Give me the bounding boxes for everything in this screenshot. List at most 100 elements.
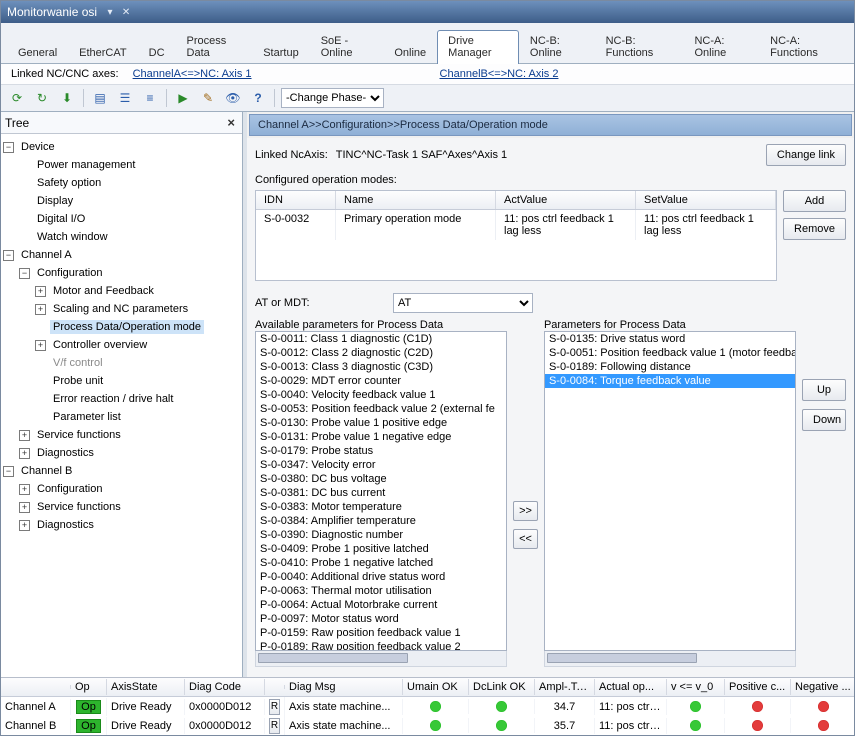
- tab-soe-online[interactable]: SoE - Online: [310, 30, 384, 64]
- status-col-header[interactable]: Positive c...: [725, 679, 791, 695]
- status-col-header[interactable]: Negative ...: [791, 679, 854, 695]
- reset-button[interactable]: R: [265, 697, 285, 717]
- list-item[interactable]: S-0-0029: MDT error counter: [256, 374, 506, 388]
- collapse-icon[interactable]: −: [19, 268, 30, 279]
- collapse-icon[interactable]: −: [3, 142, 14, 153]
- tab-nc-a-functions[interactable]: NC-A: Functions: [759, 30, 848, 64]
- linked-axis-b-link[interactable]: ChannelB<=>NC: Axis 2: [440, 68, 559, 80]
- list-item[interactable]: P-0-0159: Raw position feedback value 1: [256, 626, 506, 640]
- download-icon[interactable]: ⬇: [57, 88, 77, 108]
- refresh-all-icon[interactable]: ⟳: [7, 88, 27, 108]
- list-item[interactable]: S-0-0130: Probe value 1 positive edge: [256, 416, 506, 430]
- list-item[interactable]: S-0-0131: Probe value 1 negative edge: [256, 430, 506, 444]
- list-item[interactable]: S-0-0409: Probe 1 positive latched: [256, 542, 506, 556]
- tree-item[interactable]: +Configuration: [3, 480, 240, 498]
- list-item[interactable]: P-0-0064: Actual Motorbrake current: [256, 598, 506, 612]
- status-col-header[interactable]: [1, 685, 71, 689]
- list-item[interactable]: P-0-0097: Motor status word: [256, 612, 506, 626]
- tree-item[interactable]: +Controller overview: [3, 336, 240, 354]
- tree-item[interactable]: Probe unit: [3, 372, 240, 390]
- tree-item[interactable]: +Diagnostics: [3, 444, 240, 462]
- tab-nc-b-functions[interactable]: NC-B: Functions: [595, 30, 684, 64]
- expand-icon[interactable]: +: [19, 502, 30, 513]
- list-item[interactable]: S-0-0410: Probe 1 negative latched: [256, 556, 506, 570]
- tool-icon[interactable]: ✎: [198, 88, 218, 108]
- tree-item[interactable]: Watch window: [3, 228, 240, 246]
- tab-online[interactable]: Online: [383, 42, 437, 64]
- list-item[interactable]: P-0-0063: Thermal motor utilisation: [256, 584, 506, 598]
- list-item[interactable]: S-0-0040: Velocity feedback value 1: [256, 388, 506, 402]
- collapse-icon[interactable]: −: [3, 250, 14, 261]
- tab-nc-b-online[interactable]: NC-B: Online: [519, 30, 595, 64]
- list-item[interactable]: S-0-0189: Following distance: [545, 360, 795, 374]
- tree-item[interactable]: Safety option: [3, 174, 240, 192]
- phase-select[interactable]: -Change Phase-: [281, 88, 384, 108]
- list-item[interactable]: P-0-0040: Additional drive status word: [256, 570, 506, 584]
- list-item[interactable]: S-0-0380: DC bus voltage: [256, 472, 506, 486]
- list-item[interactable]: S-0-0383: Motor temperature: [256, 500, 506, 514]
- tree-item[interactable]: +Motor and Feedback: [3, 282, 240, 300]
- tree-item[interactable]: −Device: [3, 138, 240, 156]
- list-item[interactable]: P-0-0189: Raw position feedback value 2: [256, 640, 506, 651]
- expand-icon[interactable]: +: [19, 430, 30, 441]
- tree-item[interactable]: Power management: [3, 156, 240, 174]
- tree-item[interactable]: V/f control: [3, 354, 240, 372]
- list-item[interactable]: S-0-0135: Drive status word: [545, 332, 795, 346]
- reset-button[interactable]: R: [265, 716, 285, 736]
- tab-general[interactable]: General: [7, 42, 68, 64]
- eye-icon[interactable]: 👁: [223, 88, 243, 108]
- tree-item[interactable]: −Configuration: [3, 264, 240, 282]
- tab-process-data[interactable]: Process Data: [176, 30, 253, 64]
- at-mdt-select[interactable]: AT: [393, 293, 533, 313]
- add-button[interactable]: Add: [783, 190, 846, 212]
- status-col-header[interactable]: Diag Code: [185, 679, 265, 695]
- list-item[interactable]: S-0-0051: Position feedback value 1 (mot…: [545, 346, 795, 360]
- tree-item[interactable]: +Service functions: [3, 498, 240, 516]
- tree-item[interactable]: Error reaction / drive halt: [3, 390, 240, 408]
- page-view-icon[interactable]: ▤: [90, 88, 110, 108]
- pin-icon[interactable]: ▾: [105, 7, 115, 17]
- expand-icon[interactable]: +: [19, 448, 30, 459]
- tree-item[interactable]: Parameter list: [3, 408, 240, 426]
- op-modes-grid[interactable]: IDN Name ActValue SetValue S-0-0032 Prim…: [255, 190, 777, 281]
- status-col-header[interactable]: Op: [71, 679, 107, 695]
- change-link-button[interactable]: Change link: [766, 144, 846, 166]
- collapse-icon[interactable]: −: [3, 466, 14, 477]
- list-item[interactable]: S-0-0390: Diagnostic number: [256, 528, 506, 542]
- tree-item[interactable]: Display: [3, 192, 240, 210]
- list-item[interactable]: S-0-0084: Torque feedback value: [545, 374, 795, 388]
- tab-nc-a-online[interactable]: NC-A: Online: [683, 30, 759, 64]
- sel-params-list[interactable]: S-0-0135: Drive status wordS-0-0051: Pos…: [544, 331, 796, 651]
- refresh-icon[interactable]: ↻: [32, 88, 52, 108]
- list-item[interactable]: S-0-0381: DC bus current: [256, 486, 506, 500]
- expand-icon[interactable]: +: [35, 286, 46, 297]
- up-button[interactable]: Up: [802, 379, 846, 401]
- tree-item[interactable]: +Scaling and NC parameters: [3, 300, 240, 318]
- tree-close-icon[interactable]: ×: [224, 115, 238, 130]
- list-item[interactable]: S-0-0011: Class 1 diagnostic (C1D): [256, 332, 506, 346]
- tree-item[interactable]: Digital I/O: [3, 210, 240, 228]
- status-col-header[interactable]: Actual op...: [595, 679, 667, 695]
- hscrollbar-left[interactable]: [255, 651, 507, 667]
- status-col-header[interactable]: Umain OK: [403, 679, 469, 695]
- help-icon[interactable]: ?: [248, 88, 268, 108]
- tab-drive-manager[interactable]: Drive Manager: [437, 30, 519, 64]
- tree-item[interactable]: −Channel B: [3, 462, 240, 480]
- list-item[interactable]: S-0-0347: Velocity error: [256, 458, 506, 472]
- status-col-header[interactable]: Ampl-.Te...: [535, 679, 595, 695]
- avail-params-list[interactable]: S-0-0011: Class 1 diagnostic (C1D) S-0-00…: [255, 331, 507, 651]
- op-modes-row[interactable]: S-0-0032 Primary operation mode 11: pos …: [256, 210, 776, 240]
- span-icon[interactable]: ≡: [140, 88, 160, 108]
- tree[interactable]: −DevicePower managementSafety optionDisp…: [1, 134, 242, 677]
- expand-icon[interactable]: +: [35, 340, 46, 351]
- list-item[interactable]: S-0-0053: Position feedback value 2 (ext…: [256, 402, 506, 416]
- tab-ethercat[interactable]: EtherCAT: [68, 42, 137, 64]
- list-item[interactable]: S-0-0384: Amplifier temperature: [256, 514, 506, 528]
- list-item[interactable]: S-0-0013: Class 3 diagnostic (C3D): [256, 360, 506, 374]
- tree-item[interactable]: +Diagnostics: [3, 516, 240, 534]
- hscrollbar-right[interactable]: [544, 651, 796, 667]
- tree-layout-icon[interactable]: ☰: [115, 88, 135, 108]
- status-col-header[interactable]: Diag Msg: [285, 679, 403, 695]
- linked-axis-a-link[interactable]: ChannelA<=>NC: Axis 1: [133, 68, 252, 80]
- list-item[interactable]: S-0-0179: Probe status: [256, 444, 506, 458]
